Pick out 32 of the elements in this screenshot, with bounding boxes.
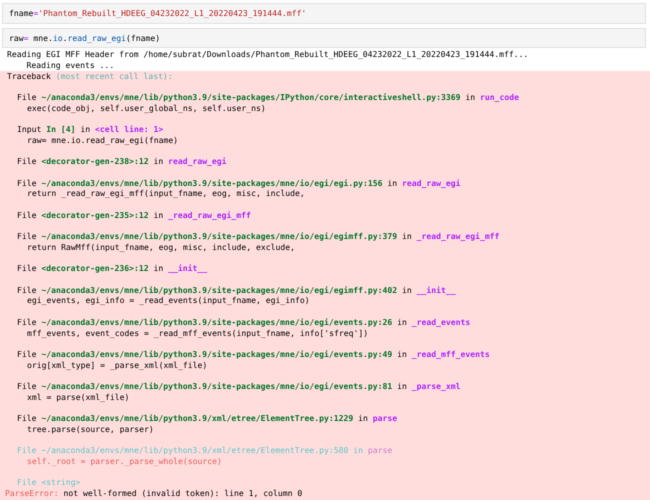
code-line: xml = parse(xml_file) — [26, 392, 130, 402]
error-message: ParseError: not well-formed (invalid token): line 1, column 0 — [5, 488, 304, 499]
traceback-frame-line: File ~/anaconda3/envs/mne/lib/python3.9/site-packages/mne/io/egi/egi.py:156 in read_raw_egi — [17, 178, 462, 188]
traceback-frame-line: File ~/anaconda3/envs/mne/lib/python3.9/xml/etree/ElementTree.py:1229 in parse — [17, 413, 398, 424]
code-cell[interactable]: raw= mne.io.read_raw_egi(fname) — [2, 28, 646, 48]
traceback-frame-line: File ~/anaconda3/envs/mne/lib/python3.9/site-packages/mne/io/egi/egimff.py:379 in _read_raw_egi_mff — [17, 231, 500, 242]
code-line: orig[xml_type] = _parse_xml(xml_file) — [26, 360, 208, 370]
code-line: return _read_raw_egi_mff(input_fname, eog, misc, include, — [26, 188, 306, 200]
code-line: raw= mne.io.read_raw_egi(fname) — [9, 32, 162, 44]
code-line: exec(code_obj, self.user_global_ns, self.user_ns) — [26, 102, 267, 114]
output-line: Reading events ... — [25, 60, 116, 71]
traceback-frame-line: Input In [4] in <cell line: 1> — [17, 124, 164, 135]
code-line: egi_events, egi_info = _read_events(input_fname, egi_info) — [26, 295, 311, 306]
code-line: tree.parse(source, parser) — [26, 424, 155, 435]
output-line: Reading EGI MFF Header from /home/subrat/Downloads/Phantom_Rebuilt_HDEEG_04232022_L1_20220423_191444.mff... — [7, 49, 530, 60]
code-line: mff_events, event_codes = _read_mff_events(input_fname, info['sfreq']) — [26, 328, 370, 338]
code-line: return RawMff(input_fname, eog, misc, include, exclude, — [26, 242, 296, 253]
traceback-frame-line: File ~/anaconda3/envs/mne/lib/python3.9/site-packages/mne/io/egi/egimff.py:402 in __init__ — [17, 284, 457, 296]
traceback-frame-line: File <string> — [17, 477, 82, 488]
traceback-frame-line: File <decorator-gen-235>:12 in _read_raw_egi_mff — [17, 210, 252, 221]
code-line: raw= mne.io.read_raw_egi(fname) — [26, 135, 180, 146]
traceback-header: Traceback (most recent call last): — [7, 70, 174, 82]
traceback-frame-line: File ~/anaconda3/envs/mne/lib/python3.9/site-packages/mne/io/egi/events.py:26 in _read_events — [17, 316, 472, 328]
traceback-frame-line: File <decorator-gen-238>:12 in read_raw_egi — [17, 156, 228, 168]
code-line: fname='Phantom_Rebuilt_HDEEG_04232022_L1_20220423_191444.mff' — [9, 8, 308, 19]
code-cell[interactable]: fname='Phantom_Rebuilt_HDEEG_04232022_L1_20220423_191444.mff' — [2, 3, 646, 24]
traceback-frame-line: File ~/anaconda3/envs/mne/lib/python3.9/site-packages/IPython/core/interactiveshell.py:3369 in run_code — [17, 92, 520, 103]
traceback-frame-line: File <decorator-gen-236>:12 in __init__ — [17, 263, 208, 274]
traceback-frame-line: File ~/anaconda3/envs/mne/lib/python3.9/xml/etree/ElementTree.py:580 in parse — [17, 445, 394, 456]
traceback-frame-line: File ~/anaconda3/envs/mne/lib/python3.9/site-packages/mne/io/egi/events.py:49 in _read_mff_events — [17, 348, 491, 360]
code-line: self._root = parser._parse_whole(source) — [26, 456, 223, 467]
traceback-frame-line: File ~/anaconda3/envs/mne/lib/python3.9/site-packages/mne/io/egi/events.py:81 in _parse_xml — [17, 381, 462, 392]
